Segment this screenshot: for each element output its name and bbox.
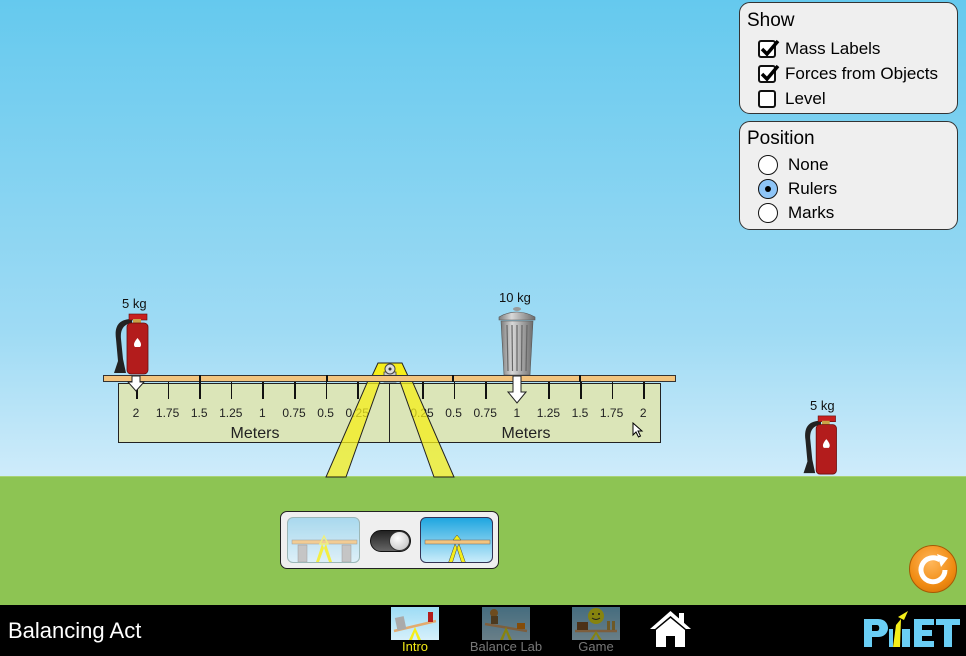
- support-mode-panel: [280, 511, 499, 569]
- ruler-tick-label: 2: [132, 406, 140, 420]
- position-rulers-radio[interactable]: Rulers: [758, 178, 837, 200]
- ruler-tick-label: 1.5: [571, 406, 589, 420]
- ruler-tick: [294, 382, 296, 399]
- mouse-cursor-icon: [632, 422, 644, 438]
- phet-logo[interactable]: [862, 611, 962, 651]
- ruler-tick: [485, 382, 487, 399]
- ruler-tick: [262, 382, 264, 399]
- ruler-tick-label: 1.5: [190, 406, 208, 420]
- ruler-tick-label: 1: [513, 406, 521, 420]
- navigation-bar: Balancing Act Intro Balance Lab Game: [0, 605, 966, 656]
- position-none-label: None: [788, 155, 829, 174]
- play-area: Show Mass Labels Forces from Objects Lev…: [0, 0, 966, 605]
- mass-labels-checkbox[interactable]: Mass Labels: [758, 38, 880, 60]
- ruler-tick: [199, 382, 201, 399]
- checkbox-checked-icon: [758, 64, 780, 83]
- plank[interactable]: [103, 375, 676, 382]
- plank-mark: [578, 375, 581, 382]
- supports-off-button[interactable]: [420, 517, 493, 563]
- reset-icon: [918, 554, 948, 585]
- intro-screen-icon: [391, 607, 439, 640]
- ruler-tick: [580, 382, 582, 399]
- radio-unselected-icon: [758, 203, 778, 223]
- forces-from-objects-label: Forces from Objects: [785, 64, 939, 83]
- ruler-tick-label: 0.75: [473, 406, 497, 420]
- nav-tab-game-label: Game: [578, 639, 614, 654]
- support-mode-toggle[interactable]: [370, 530, 411, 552]
- checkbox-empty-icon: [758, 90, 776, 108]
- ruler-tick-label: 2: [639, 406, 647, 420]
- supports-on-button[interactable]: [287, 517, 360, 563]
- mass-labels-label: Mass Labels: [785, 39, 881, 58]
- show-panel-title: Show: [747, 10, 795, 31]
- plank-mark: [199, 375, 202, 382]
- ruler-unit-label: Meters: [501, 425, 551, 442]
- nav-tab-game[interactable]: Game: [566, 607, 626, 656]
- force-arrow-left-mass: [127, 376, 145, 392]
- ruler-tick-label: 1.75: [599, 406, 624, 420]
- supports-off-icon: [424, 534, 491, 562]
- nav-tab-intro[interactable]: Intro: [385, 607, 445, 656]
- position-panel-title: Position: [747, 128, 815, 149]
- mass-label: 5 kg: [122, 296, 147, 311]
- ruler-tick: [548, 382, 550, 399]
- ruler-tick: [167, 382, 170, 399]
- reset-all-button[interactable]: [909, 545, 957, 593]
- toggle-knob[interactable]: [389, 531, 410, 551]
- mass-label: 5 kg: [810, 398, 835, 413]
- radio-selected-icon: [758, 179, 778, 199]
- plank-mark: [325, 375, 328, 382]
- ruler-tick-label: 1: [259, 406, 266, 420]
- balance-lab-screen-icon: [482, 607, 530, 640]
- checkbox-checked-icon: [758, 39, 780, 58]
- mass-label: 10 kg: [499, 290, 531, 305]
- trash-can-mass[interactable]: [497, 305, 537, 376]
- plank-mark: [452, 375, 455, 382]
- nav-tab-intro-label: Intro: [401, 639, 428, 654]
- ruler-tick-label: 1.75: [155, 406, 180, 420]
- ruler-tick: [643, 382, 645, 399]
- fire-extinguisher-mass-storage[interactable]: [801, 413, 841, 476]
- ruler-tick-label: 0.75: [282, 406, 306, 420]
- position-panel: Position None Rulers Marks: [739, 121, 958, 230]
- ruler-unit-label: Meters: [230, 425, 280, 442]
- nav-tab-balance-lab[interactable]: Balance Lab: [470, 607, 542, 656]
- level-label: Level: [785, 89, 826, 108]
- ruler-tick: [611, 382, 614, 399]
- home-icon[interactable]: [648, 609, 693, 649]
- position-rulers-label: Rulers: [788, 179, 838, 198]
- forces-from-objects-checkbox[interactable]: Forces from Objects: [758, 63, 938, 85]
- ruler-tick: [230, 382, 233, 399]
- ruler-tick-label: 1.25: [536, 406, 561, 420]
- position-marks-label: Marks: [788, 203, 835, 222]
- level-checkbox[interactable]: Level: [758, 88, 826, 110]
- nav-tab-balance-lab-label: Balance Lab: [469, 639, 543, 654]
- position-none-radio[interactable]: None: [758, 154, 829, 176]
- fire-extinguisher-mass[interactable]: [112, 311, 152, 376]
- force-arrow-trash-can: [507, 376, 527, 404]
- game-screen-icon: [572, 607, 620, 640]
- ruler-tick-label: 1.25: [219, 406, 243, 420]
- position-marks-radio[interactable]: Marks: [758, 202, 834, 224]
- show-panel: Show Mass Labels Forces from Objects Lev…: [739, 2, 958, 114]
- radio-unselected-icon: [758, 155, 778, 175]
- supports-on-icon: [291, 534, 358, 562]
- app-title: Balancing Act: [8, 618, 142, 643]
